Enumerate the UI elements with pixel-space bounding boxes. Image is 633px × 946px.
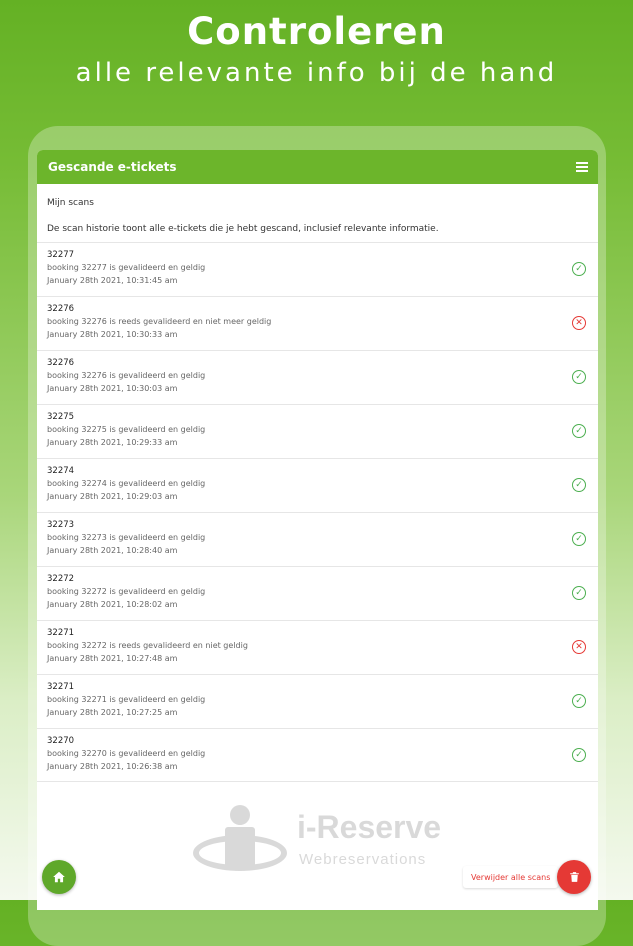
hero-title: Controleren [187, 10, 446, 53]
scan-id: 32277 [47, 250, 75, 260]
home-button[interactable] [42, 860, 76, 894]
i-reserve-logo-icon [193, 805, 287, 871]
app-screen: Gescande e-tickets Mijn scans De scan hi… [37, 150, 598, 910]
watermark-tagline: Webreservations [299, 851, 427, 868]
scan-timestamp: January 28th 2021, 10:27:48 am [47, 654, 178, 663]
scan-message: booking 32273 is gevalideerd en geldig [47, 533, 206, 542]
scan-timestamp: January 28th 2021, 10:29:03 am [47, 492, 178, 501]
scan-id: 32270 [47, 736, 75, 746]
check-circle-icon: ✓ [572, 262, 586, 276]
hero-subtitle: alle relevante info bij de hand [75, 58, 558, 88]
trash-icon [569, 872, 579, 882]
hamburger-menu-icon[interactable] [576, 162, 588, 172]
i-reserve-watermark: i-Reserve Webreservations [193, 805, 448, 875]
scan-id: 32276 [47, 358, 75, 368]
scan-id: 32276 [47, 304, 75, 314]
scan-timestamp: January 28th 2021, 10:30:03 am [47, 384, 178, 393]
scan-row[interactable]: 32271 booking 32271 is gevalideerd en ge… [37, 674, 598, 728]
scan-id: 32273 [47, 520, 75, 530]
scan-row[interactable]: 32273 booking 32273 is gevalideerd en ge… [37, 512, 598, 566]
section-description: De scan historie toont alle e-tickets di… [47, 224, 439, 234]
scan-list: 32277 booking 32277 is gevalideerd en ge… [37, 242, 598, 782]
check-circle-icon: ✓ [572, 532, 586, 546]
scan-timestamp: January 28th 2021, 10:28:40 am [47, 546, 178, 555]
check-circle-icon: ✓ [572, 370, 586, 384]
scan-timestamp: January 28th 2021, 10:27:25 am [47, 708, 178, 717]
x-circle-icon: ✕ [572, 316, 586, 330]
home-icon [53, 871, 65, 883]
app-bar-title: Gescande e-tickets [48, 160, 177, 174]
scan-message: booking 32276 is gevalideerd en geldig [47, 371, 206, 380]
check-circle-icon: ✓ [572, 478, 586, 492]
scan-row[interactable]: 32274 booking 32274 is gevalideerd en ge… [37, 458, 598, 512]
scan-id: 32272 [47, 574, 75, 584]
scan-message: booking 32274 is gevalideerd en geldig [47, 479, 206, 488]
scan-message: booking 32275 is gevalideerd en geldig [47, 425, 206, 434]
scan-row[interactable]: 32275 booking 32275 is gevalideerd en ge… [37, 404, 598, 458]
scan-row[interactable]: 32276 booking 32276 is gevalideerd en ge… [37, 350, 598, 404]
check-circle-icon: ✓ [572, 586, 586, 600]
scan-timestamp: January 28th 2021, 10:29:33 am [47, 438, 178, 447]
scan-message: booking 32277 is gevalideerd en geldig [47, 263, 206, 272]
scan-message: booking 32276 is reeds gevalideerd en ni… [47, 317, 272, 326]
check-circle-icon: ✓ [572, 748, 586, 762]
delete-all-scans-label[interactable]: Verwijder alle scans [463, 866, 559, 888]
scan-message: booking 32272 is reeds gevalideerd en ni… [47, 641, 248, 650]
scan-row[interactable]: 32270 booking 32270 is gevalideerd en ge… [37, 728, 598, 782]
scan-row[interactable]: 32276 booking 32276 is reeds gevalideerd… [37, 296, 598, 350]
section-title: Mijn scans [47, 198, 94, 208]
scan-timestamp: January 28th 2021, 10:30:33 am [47, 330, 178, 339]
scan-row[interactable]: 32277 booking 32277 is gevalideerd en ge… [37, 242, 598, 296]
scan-message: booking 32271 is gevalideerd en geldig [47, 695, 206, 704]
scan-message: booking 32272 is gevalideerd en geldig [47, 587, 206, 596]
watermark-brand: i-Reserve [297, 809, 442, 845]
scan-id: 32271 [47, 628, 75, 638]
scan-row[interactable]: 32272 booking 32272 is gevalideerd en ge… [37, 566, 598, 620]
scan-row[interactable]: 32271 booking 32272 is reeds gevalideerd… [37, 620, 598, 674]
app-bar: Gescande e-tickets [37, 150, 598, 184]
scan-timestamp: January 28th 2021, 10:28:02 am [47, 600, 178, 609]
scan-message: booking 32270 is gevalideerd en geldig [47, 749, 206, 758]
x-circle-icon: ✕ [572, 640, 586, 654]
scan-timestamp: January 28th 2021, 10:31:45 am [47, 276, 178, 285]
scan-id: 32274 [47, 466, 75, 476]
scan-timestamp: January 28th 2021, 10:26:38 am [47, 762, 178, 771]
scan-id: 32271 [47, 682, 75, 692]
delete-all-scans-button[interactable] [557, 860, 591, 894]
check-circle-icon: ✓ [572, 694, 586, 708]
scan-id: 32275 [47, 412, 75, 422]
check-circle-icon: ✓ [572, 424, 586, 438]
